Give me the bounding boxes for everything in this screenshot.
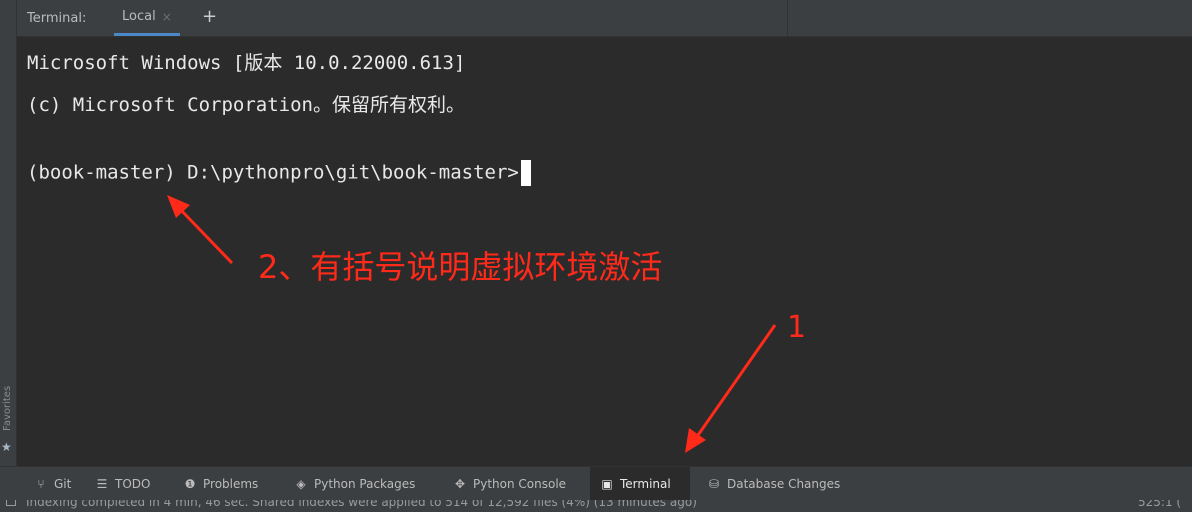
close-icon[interactable]: × <box>162 0 172 34</box>
tool-database-changes[interactable]: ⛁ Database Changes <box>697 467 850 501</box>
terminal-prompt: (book-master) D:\pythonpro\git\book-mast… <box>27 161 519 184</box>
text-cursor <box>520 160 531 186</box>
tab-header-filler <box>787 0 1192 36</box>
annotation-note-1: 1 <box>787 310 807 345</box>
tool-label: Python Console <box>473 477 567 491</box>
tab-local[interactable]: Local × <box>114 0 180 36</box>
terminal-tab-header: Terminal: Local × + <box>17 0 1192 37</box>
packages-icon: ◈ <box>296 477 306 491</box>
tool-terminal[interactable]: ▣ Terminal <box>590 467 690 501</box>
terminal-icon: ▣ <box>601 477 613 491</box>
tool-window-bar: ⑂ Git ☰ TODO ❶ Problems ◈ Python Package… <box>0 466 1192 501</box>
tool-label: Problems <box>203 477 259 491</box>
tab-local-label: Local <box>122 8 156 24</box>
favorites-side-strip: Favorites ★ <box>0 0 17 500</box>
status-toggle-icon[interactable] <box>6 500 16 506</box>
terminal-prompt-line[interactable]: (book-master) D:\pythonpro\git\book-mast… <box>27 160 531 186</box>
tool-problems[interactable]: ❶ Problems <box>173 467 268 501</box>
tool-git[interactable]: ⑂ Git <box>24 467 81 501</box>
status-bar: Indexing completed in 4 min, 46 sec. Sha… <box>0 500 1192 512</box>
tool-label: Terminal <box>620 477 671 491</box>
terminal-line: Microsoft Windows [版本 10.0.22000.613] <box>27 52 466 74</box>
star-icon[interactable]: ★ <box>1 440 12 454</box>
terminal-line: (c) Microsoft Corporation。保留所有权利。 <box>27 94 465 116</box>
ide-window: Favorites ★ Terminal: Local × + Microsof… <box>0 0 1192 512</box>
tool-label: Git <box>54 477 72 491</box>
tool-label: Database Changes <box>727 477 841 491</box>
caret-position[interactable]: 525:1 ( <box>1138 500 1181 512</box>
add-tab-icon[interactable]: + <box>202 6 217 28</box>
annotation-note-2: 2、有括号说明虚拟环境激活 <box>258 248 663 286</box>
tool-label: Python Packages <box>314 477 416 491</box>
tool-python-packages[interactable]: ◈ Python Packages <box>284 467 425 501</box>
terminal-title-label: Terminal: <box>27 11 87 26</box>
python-console-icon: ✥ <box>454 477 466 491</box>
todo-list-icon: ☰ <box>96 477 108 491</box>
tool-python-console[interactable]: ✥ Python Console <box>443 467 576 501</box>
tool-label: TODO <box>115 477 151 491</box>
database-changes-icon: ⛁ <box>708 477 720 491</box>
favorites-tab[interactable]: Favorites <box>1 378 15 438</box>
git-branch-icon: ⑂ <box>37 477 45 491</box>
problems-icon: ❶ <box>184 477 196 491</box>
status-message[interactable]: Indexing completed in 4 min, 46 sec. Sha… <box>26 500 697 512</box>
tool-todo[interactable]: ☰ TODO <box>85 467 160 501</box>
